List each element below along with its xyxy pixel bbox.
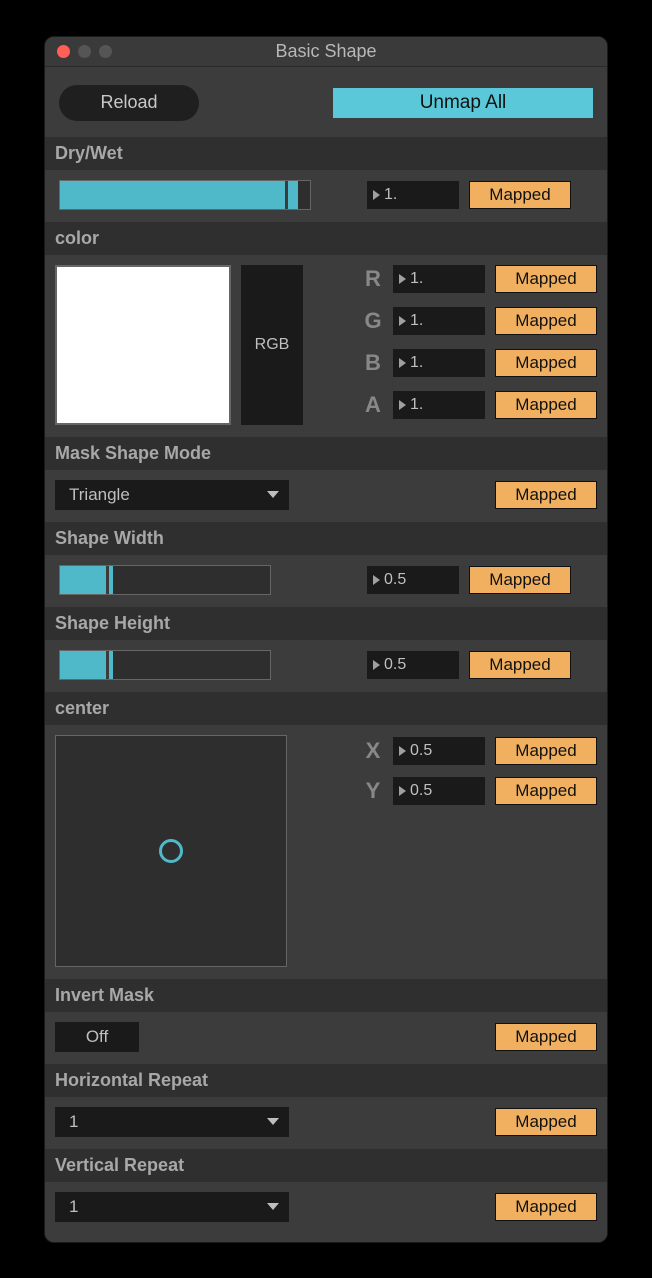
section-header-maskmode: Mask Shape Mode: [45, 437, 607, 470]
drywet-slider[interactable]: [59, 180, 311, 210]
section-header-color: color: [45, 222, 607, 255]
hrepeat-value: 1: [69, 1112, 78, 1132]
mask-mode-dropdown[interactable]: Triangle: [55, 480, 289, 510]
shape-height-number[interactable]: 0.5: [367, 651, 459, 679]
section-header-drywet: Dry/Wet: [45, 137, 607, 170]
zoom-icon[interactable]: [99, 45, 112, 58]
section-header-shapeheight: Shape Height: [45, 607, 607, 640]
invert-mapped-button[interactable]: Mapped: [495, 1023, 597, 1051]
color-a-mapped-button[interactable]: Mapped: [495, 391, 597, 419]
vrepeat-dropdown[interactable]: 1: [55, 1192, 289, 1222]
invert-toggle[interactable]: Off: [55, 1022, 139, 1052]
color-g-mapped-button[interactable]: Mapped: [495, 307, 597, 335]
triangle-icon: [399, 786, 406, 796]
close-icon[interactable]: [57, 45, 70, 58]
chevron-down-icon: [267, 491, 279, 498]
section-header-invert: Invert Mask: [45, 979, 607, 1012]
vrepeat-mapped-button[interactable]: Mapped: [495, 1193, 597, 1221]
traffic-lights: [57, 45, 112, 58]
color-b-number[interactable]: 1.: [393, 349, 485, 377]
chevron-down-icon: [267, 1118, 279, 1125]
drywet-mapped-button[interactable]: Mapped: [469, 181, 571, 209]
unmap-all-button[interactable]: Unmap All: [333, 88, 593, 118]
shape-height-slider[interactable]: [59, 650, 271, 680]
window: Basic Shape Reload Unmap All Dry/Wet 1. …: [44, 36, 608, 1243]
xy-cursor-icon: [159, 839, 183, 863]
section-header-vrepeat: Vertical Repeat: [45, 1149, 607, 1182]
triangle-icon: [373, 190, 380, 200]
triangle-icon: [399, 746, 406, 756]
triangle-icon: [399, 274, 406, 284]
hrepeat-dropdown[interactable]: 1: [55, 1107, 289, 1137]
triangle-icon: [399, 358, 406, 368]
drywet-number[interactable]: 1.: [367, 181, 459, 209]
label-r: R: [363, 266, 383, 292]
triangle-icon: [373, 575, 380, 585]
titlebar: Basic Shape: [45, 37, 607, 67]
hrepeat-mapped-button[interactable]: Mapped: [495, 1108, 597, 1136]
shape-width-mapped-button[interactable]: Mapped: [469, 566, 571, 594]
center-x-number[interactable]: 0.5: [393, 737, 485, 765]
label-a: A: [363, 392, 383, 418]
center-y-number[interactable]: 0.5: [393, 777, 485, 805]
color-b-mapped-button[interactable]: Mapped: [495, 349, 597, 377]
shape-height-mapped-button[interactable]: Mapped: [469, 651, 571, 679]
reload-button[interactable]: Reload: [59, 85, 199, 121]
color-mode-button[interactable]: RGB: [241, 265, 303, 425]
color-a-number[interactable]: 1.: [393, 391, 485, 419]
center-y-mapped-button[interactable]: Mapped: [495, 777, 597, 805]
mask-mode-value: Triangle: [69, 485, 130, 505]
label-g: G: [363, 308, 383, 334]
vrepeat-value: 1: [69, 1197, 78, 1217]
center-xy-pad[interactable]: [55, 735, 287, 967]
section-header-shapewidth: Shape Width: [45, 522, 607, 555]
triangle-icon: [399, 316, 406, 326]
color-r-mapped-button[interactable]: Mapped: [495, 265, 597, 293]
triangle-icon: [399, 400, 406, 410]
section-header-center: center: [45, 692, 607, 725]
center-x-mapped-button[interactable]: Mapped: [495, 737, 597, 765]
toolbar: Reload Unmap All: [45, 67, 607, 137]
section-header-hrepeat: Horizontal Repeat: [45, 1064, 607, 1097]
drywet-value: 1.: [384, 186, 397, 204]
shape-width-slider[interactable]: [59, 565, 271, 595]
color-r-number[interactable]: 1.: [393, 265, 485, 293]
color-g-number[interactable]: 1.: [393, 307, 485, 335]
color-swatch[interactable]: [55, 265, 231, 425]
label-y: Y: [363, 778, 383, 804]
minimize-icon[interactable]: [78, 45, 91, 58]
chevron-down-icon: [267, 1203, 279, 1210]
label-x: X: [363, 738, 383, 764]
triangle-icon: [373, 660, 380, 670]
shape-width-number[interactable]: 0.5: [367, 566, 459, 594]
mask-mode-mapped-button[interactable]: Mapped: [495, 481, 597, 509]
label-b: B: [363, 350, 383, 376]
window-title: Basic Shape: [45, 41, 607, 62]
